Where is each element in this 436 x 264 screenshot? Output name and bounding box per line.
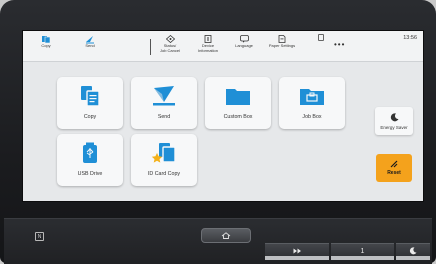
tile-job-box-label: Job Box bbox=[302, 114, 322, 120]
tile-job-box[interactable]: Job Box bbox=[279, 77, 345, 129]
home-icon bbox=[221, 232, 231, 239]
moon-icon bbox=[390, 112, 398, 121]
toolbar-divider bbox=[150, 39, 151, 55]
moon-icon bbox=[409, 247, 417, 255]
energy-saver-label: Energy Saver bbox=[380, 124, 408, 130]
home-button[interactable] bbox=[201, 228, 251, 243]
usb-drive-icon bbox=[81, 142, 99, 164]
tile-copy-label: Copy bbox=[83, 114, 97, 120]
toolbar-copy-label: Copy bbox=[41, 43, 51, 48]
copy-icon bbox=[79, 85, 101, 107]
indicator-strip bbox=[396, 256, 430, 260]
toolbar-paper-settings-label: Paper Settings bbox=[268, 43, 296, 48]
tile-custom-box-label: Custom Box bbox=[223, 114, 253, 120]
tile-id-card-copy-label: ID Card Copy bbox=[147, 171, 181, 177]
tile-id-card-copy[interactable]: ID Card Copy bbox=[131, 134, 197, 186]
folder-icon bbox=[225, 85, 251, 107]
indicator-strip bbox=[265, 256, 329, 260]
fast-forward-icon bbox=[293, 248, 301, 254]
tile-send[interactable]: Send bbox=[131, 77, 197, 129]
reset-label: Reset bbox=[387, 170, 401, 176]
toolbar-send-label: Send bbox=[85, 43, 95, 48]
reset-icon bbox=[390, 160, 398, 168]
tile-usb-drive[interactable]: USB Drive bbox=[57, 134, 123, 186]
tile-send-label: Send bbox=[157, 114, 171, 120]
tile-copy[interactable]: Copy bbox=[57, 77, 123, 129]
toolbar-paper-settings-button[interactable]: Paper Settings bbox=[265, 34, 299, 60]
send-icon bbox=[152, 85, 176, 107]
toolbar-language-label: Language bbox=[235, 43, 253, 48]
toolbar-device-information-button[interactable]: Device Information bbox=[193, 34, 223, 60]
top-toolbar: Copy Send Status/ Job Cancel Device Info… bbox=[23, 31, 423, 62]
start-key-label: 1 bbox=[360, 247, 365, 255]
job-box-icon bbox=[299, 85, 325, 107]
energy-saver-button[interactable]: Energy Saver bbox=[375, 107, 413, 135]
toolbar-language-button[interactable]: Language bbox=[229, 34, 259, 60]
tile-custom-box[interactable]: Custom Box bbox=[205, 77, 271, 129]
id-card-copy-icon bbox=[151, 142, 177, 164]
toolbar-status-job-cancel-button[interactable]: Status/ Job Cancel bbox=[155, 34, 185, 60]
toolbar-send-button[interactable]: Send bbox=[81, 34, 99, 60]
toolbar-status-label: Status/ Job Cancel bbox=[159, 43, 180, 53]
indicator-strip bbox=[331, 256, 394, 260]
status-indicator-icon bbox=[318, 34, 324, 41]
toolbar-copy-button[interactable]: Copy bbox=[37, 34, 55, 60]
more-menu-button[interactable]: ••• bbox=[334, 40, 345, 49]
touch-screen: Copy Send Status/ Job Cancel Device Info… bbox=[22, 30, 424, 202]
nfc-reader-icon: N bbox=[35, 232, 44, 241]
toolbar-device-info-label: Device Information bbox=[197, 43, 218, 53]
tile-usb-drive-label: USB Drive bbox=[77, 171, 103, 177]
clock: 13:56 bbox=[403, 35, 417, 41]
reset-button[interactable]: Reset bbox=[376, 154, 412, 182]
